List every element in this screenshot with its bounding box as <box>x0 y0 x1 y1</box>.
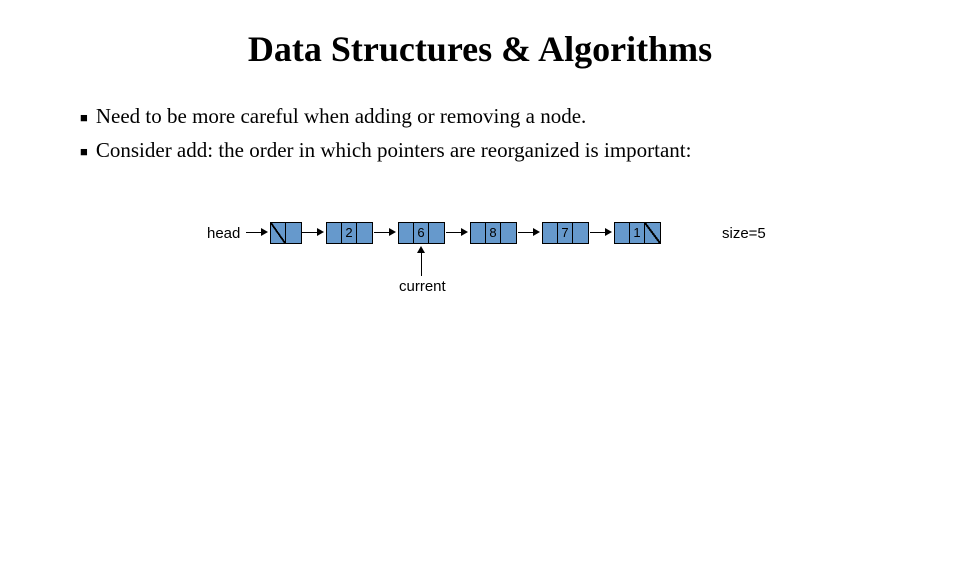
value-cell: 1 <box>630 223 645 243</box>
bullet-list: ■ Need to be more careful when adding or… <box>80 104 960 166</box>
bullet-icon: ■ <box>80 104 88 132</box>
next-cell <box>357 223 372 243</box>
bullet-text: Need to be more careful when adding or r… <box>96 104 586 129</box>
linked-list-diagram: head 2 6 8 7 1 size=5 <box>0 222 960 382</box>
prev-cell <box>615 223 630 243</box>
current-label: current <box>399 278 446 295</box>
prev-cell <box>327 223 342 243</box>
pointer-cell <box>286 223 301 243</box>
list-node: 7 <box>542 222 589 244</box>
null-prev-icon <box>271 223 286 243</box>
value-cell: 6 <box>414 223 429 243</box>
next-cell <box>429 223 444 243</box>
value-cell: 8 <box>486 223 501 243</box>
null-next-icon <box>645 223 660 243</box>
head-label: head <box>207 225 240 242</box>
list-node: 1 <box>614 222 661 244</box>
prev-cell <box>399 223 414 243</box>
list-node: 2 <box>326 222 373 244</box>
value-cell: 7 <box>558 223 573 243</box>
list-item: ■ Need to be more careful when adding or… <box>80 104 960 132</box>
bullet-text: Consider add: the order in which pointer… <box>96 138 692 163</box>
prev-cell <box>471 223 486 243</box>
bullet-icon: ■ <box>80 138 88 166</box>
next-cell <box>501 223 516 243</box>
sentinel-node <box>270 222 302 244</box>
list-node: 6 <box>398 222 445 244</box>
value-cell: 2 <box>342 223 357 243</box>
list-node: 8 <box>470 222 517 244</box>
size-label: size=5 <box>722 225 766 242</box>
page-title: Data Structures & Algorithms <box>0 28 960 70</box>
list-item: ■ Consider add: the order in which point… <box>80 138 960 166</box>
prev-cell <box>543 223 558 243</box>
next-cell <box>573 223 588 243</box>
